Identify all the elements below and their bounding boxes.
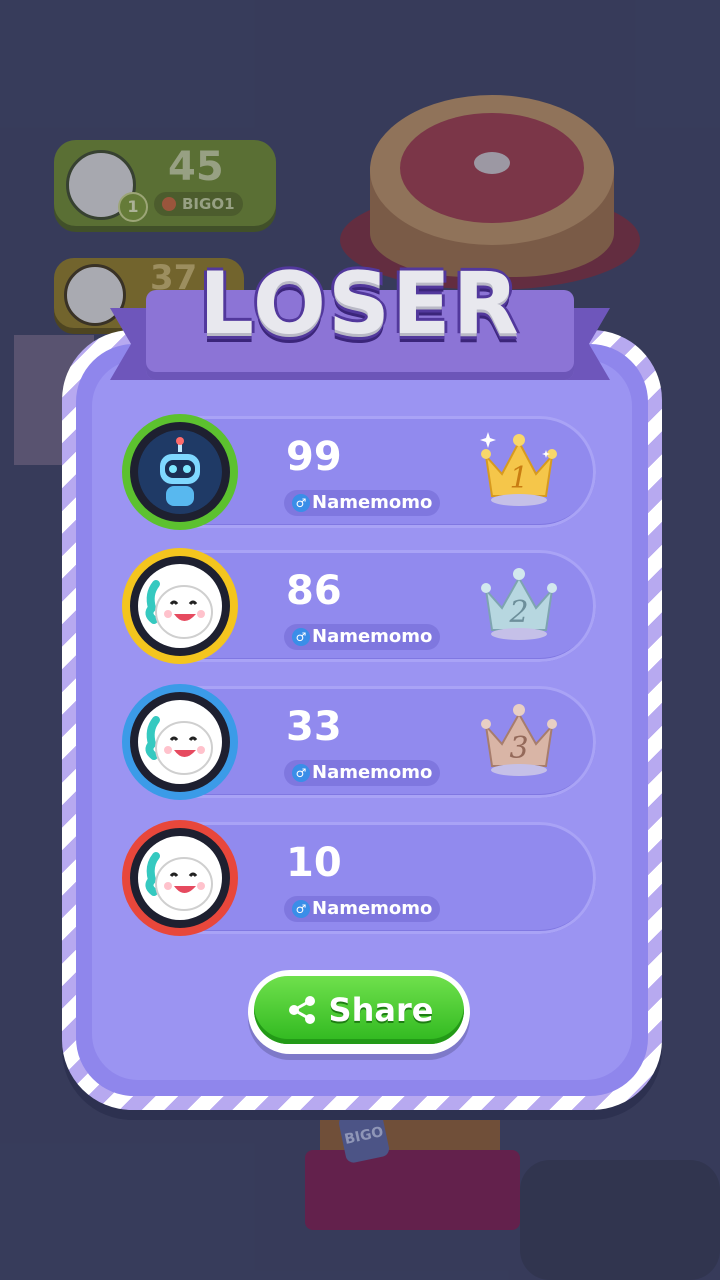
player-row-1: 99 ♂ Namemomo 1 [122, 414, 596, 530]
share-icon [288, 996, 315, 1024]
mascot-icon [145, 580, 213, 639]
mascot-icon [145, 716, 213, 775]
svg-text:1: 1 [509, 461, 528, 496]
male-icon: ♂ [292, 628, 310, 646]
player-score-1: 99 [286, 434, 342, 480]
male-icon: ♂ [292, 494, 310, 512]
svg-text:2: 2 [508, 595, 528, 630]
player-name-1: ♂ Namemomo [284, 490, 441, 516]
player-name-3: ♂ Namemomo [284, 760, 441, 786]
svg-text:3: 3 [509, 731, 528, 766]
player-avatar-1[interactable] [122, 414, 238, 530]
player-score-2: 86 [286, 568, 342, 614]
player-row-4: 10 ♂ Namemomo [122, 820, 596, 936]
player-name-4: ♂ Namemomo [284, 896, 441, 922]
share-label: Share [328, 991, 434, 1029]
player-score-4: 10 [286, 840, 342, 886]
robot-icon [138, 430, 222, 514]
silver-crown-icon: 2 [476, 560, 562, 650]
player-avatar-3[interactable] [122, 684, 238, 800]
player-row-3: 33 ♂ Namemomo 3 [122, 684, 596, 800]
bronze-crown-icon: 3 [476, 696, 562, 786]
player-score-3: 33 [286, 704, 342, 750]
player-row-2: 86 ♂ Namemomo 2 [122, 548, 596, 664]
share-button[interactable]: Share [248, 970, 470, 1054]
male-icon: ♂ [292, 764, 310, 782]
result-banner: LOSER [110, 254, 610, 398]
male-icon: ♂ [292, 900, 310, 918]
player-name-2: ♂ Namemomo [284, 624, 441, 650]
player-avatar-2[interactable] [122, 548, 238, 664]
gold-crown-icon: 1 [476, 426, 562, 516]
player-avatar-4[interactable] [122, 820, 238, 936]
result-title: LOSER [199, 254, 521, 354]
mascot-icon [145, 852, 213, 911]
